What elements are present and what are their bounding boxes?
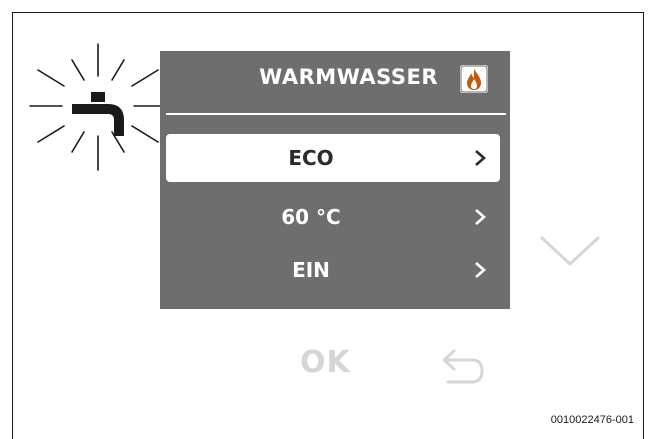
- menu-item-label: EIN: [292, 258, 330, 282]
- display-screen: WARMWASSER ECO 60 °C EIN: [160, 51, 510, 309]
- menu-item-label: ECO: [288, 146, 334, 170]
- menu-item-eco[interactable]: ECO: [166, 134, 500, 182]
- figure-id: 0010022476-001: [550, 414, 634, 426]
- menu-item-label: 60 °C: [281, 205, 341, 229]
- ok-button[interactable]: OK: [300, 345, 351, 380]
- water-tap-icon: [29, 43, 167, 171]
- screen-title: WARMWASSER: [259, 65, 438, 89]
- chevron-right-icon: [475, 262, 486, 278]
- chevron-right-icon: [475, 150, 486, 166]
- menu-item-state[interactable]: EIN: [166, 246, 500, 294]
- chevron-right-icon: [475, 209, 486, 225]
- back-arrow-icon[interactable]: [438, 348, 486, 386]
- title-divider: [166, 113, 506, 115]
- chevron-down-icon[interactable]: [538, 232, 602, 272]
- flame-icon: [460, 65, 488, 93]
- menu-item-temperature[interactable]: 60 °C: [166, 193, 500, 241]
